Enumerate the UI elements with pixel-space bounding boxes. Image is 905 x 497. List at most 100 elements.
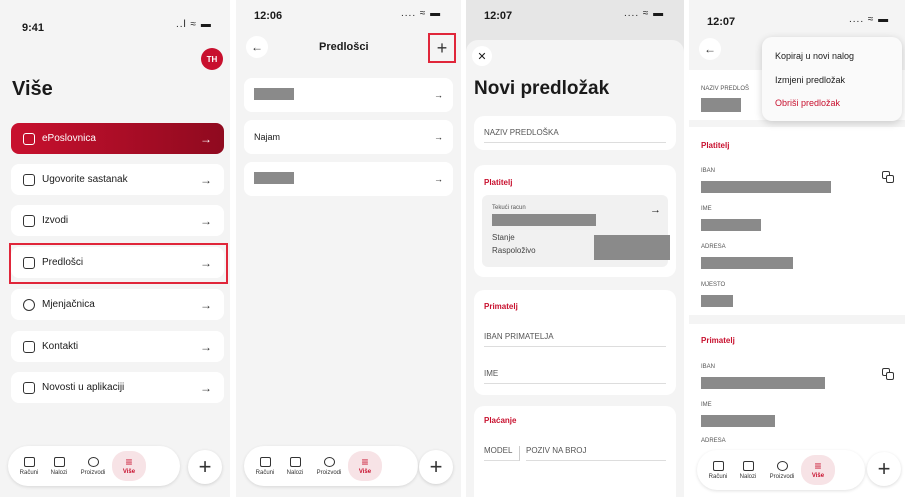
- products-icon: [87, 456, 99, 467]
- tab-label: Računi: [255, 469, 275, 476]
- template-row[interactable]: →: [244, 162, 453, 196]
- arrow-right-icon: →: [434, 90, 443, 100]
- payer-card: Platitelj IBAN IME ADRESA MJESTO: [689, 127, 905, 315]
- tab-label: Računi: [708, 473, 728, 480]
- menu-item-eposlovnica[interactable]: ePoslovnica →: [11, 123, 224, 154]
- status-time: 9:41: [22, 22, 45, 34]
- tab-vise[interactable]: ≡ Više: [348, 451, 382, 481]
- adresa-label: ADRESA: [701, 438, 726, 444]
- menu-icon: ≡: [361, 455, 369, 469]
- wallet-icon: [259, 456, 271, 467]
- context-menu: Kopiraj u novi nalog Izmjeni predložak O…: [762, 37, 902, 121]
- close-icon: ✕: [477, 50, 487, 63]
- close-button[interactable]: ✕: [472, 46, 492, 66]
- document-icon: [23, 214, 35, 227]
- name-field[interactable]: IME: [484, 369, 666, 384]
- tab-vise[interactable]: ≡ Više: [801, 455, 835, 485]
- wallet-icon: [23, 456, 35, 467]
- tab-racuni[interactable]: Računi: [703, 460, 733, 480]
- template-row[interactable]: →: [244, 78, 453, 112]
- menu-item-mjenjacnica[interactable]: Mjenjačnica →: [11, 289, 224, 320]
- menu-copy-to-new-order[interactable]: Kopiraj u novi nalog: [775, 51, 854, 61]
- ime-label: IME: [701, 402, 712, 408]
- menu-item-izvodi[interactable]: Izvodi →: [11, 205, 224, 236]
- menu-item-novosti[interactable]: Novosti u aplikaciji →: [11, 372, 224, 403]
- template-name-field[interactable]: NAZIV PREDLOŠKA: [484, 128, 666, 143]
- tab-label: Nalozi: [739, 473, 757, 480]
- document-icon: [742, 460, 754, 471]
- tab-proizvodi[interactable]: Proizvodi: [74, 456, 112, 476]
- payer-card: Platitelj Tekući racun → Stanje Raspolož…: [474, 165, 676, 277]
- tab-proizvodi[interactable]: Proizvodi: [310, 456, 348, 476]
- template-name-card: NAZIV PREDLOŠKA: [474, 116, 676, 150]
- tab-label: Više: [358, 469, 372, 475]
- tab-label: Računi: [19, 469, 39, 476]
- arrow-left-icon: ←: [251, 40, 263, 54]
- menu-icon: ≡: [814, 459, 822, 473]
- arrow-right-icon: →: [200, 380, 212, 395]
- tab-proizvodi[interactable]: Proizvodi: [763, 460, 801, 480]
- tab-nalozi[interactable]: Nalozi: [733, 460, 763, 480]
- screen-template-detail: 12:07 .... ≈ ▬ ← NAZIV PREDLOŠ Platitelj…: [689, 0, 905, 497]
- payer-title: Platitelj: [701, 141, 730, 150]
- tab-nalozi[interactable]: Nalozi: [280, 456, 310, 476]
- tab-racuni[interactable]: Računi: [250, 456, 280, 476]
- copy-icon[interactable]: [882, 171, 894, 183]
- menu-edit-template[interactable]: Izmjeni predložak: [775, 75, 845, 85]
- status-icons: ..l ≈ ▬: [176, 19, 212, 30]
- account-label: Tekući racun: [492, 205, 526, 211]
- back-button[interactable]: ←: [246, 36, 268, 58]
- name-label: NAZIV PREDLOŠ: [701, 86, 750, 92]
- tab-bar: Računi Nalozi Proizvodi ≡ Više: [697, 450, 865, 490]
- screen-more: 9:41 ..l ≈ ▬ TH Više ePoslovnica → Ugovo…: [0, 0, 230, 497]
- chat-icon: [23, 132, 35, 145]
- payment-card: Plaćanje MODEL POZIV NA BROJ: [474, 406, 676, 497]
- tab-label: Proizvodi: [80, 469, 106, 476]
- iban-field[interactable]: IBAN PRIMATELJA: [484, 332, 666, 347]
- add-template-button[interactable]: +: [428, 33, 456, 63]
- redacted-name: [254, 172, 294, 184]
- tab-label: Proizvodi: [316, 469, 342, 476]
- tab-label: Više: [811, 473, 825, 479]
- template-label: Najam: [254, 132, 281, 142]
- add-button[interactable]: +: [419, 450, 453, 484]
- arrow-right-icon: →: [650, 204, 661, 216]
- tab-racuni[interactable]: Računi: [14, 456, 44, 476]
- payment-title: Plaćanje: [484, 416, 517, 425]
- redacted-account: [492, 214, 596, 226]
- menu-delete-template[interactable]: Obriši predložak: [775, 98, 840, 108]
- tab-vise[interactable]: ≡ Više: [112, 451, 146, 481]
- highlight-frame: [9, 243, 228, 284]
- payer-title: Platitelj: [484, 178, 513, 187]
- avatar[interactable]: TH: [201, 48, 223, 70]
- add-button[interactable]: +: [867, 452, 901, 486]
- news-icon: [23, 381, 35, 394]
- template-row[interactable]: Najam →: [244, 120, 453, 154]
- menu-item-kontakti[interactable]: Kontakti →: [11, 331, 224, 362]
- arrow-left-icon: ←: [704, 42, 716, 56]
- mjesto-label: MJESTO: [701, 282, 726, 288]
- document-icon: [289, 456, 301, 467]
- redacted-ime: [701, 219, 761, 231]
- modal-sheet: ✕ Novi predložak NAZIV PREDLOŠKA Platite…: [466, 40, 684, 497]
- page-title: Predlošci: [319, 41, 369, 53]
- iban-label: IBAN: [701, 168, 716, 174]
- arrow-right-icon: →: [200, 172, 212, 187]
- tab-label: Nalozi: [50, 469, 68, 476]
- menu-item-label: Novosti u aplikaciji: [42, 382, 125, 393]
- account-selector[interactable]: Tekući racun → Stanje Raspoloživo: [482, 195, 670, 267]
- tab-nalozi[interactable]: Nalozi: [44, 456, 74, 476]
- screen-new-template: 12:07 .... ≈ ▬ ✕ Novi predložak NAZIV PR…: [466, 0, 684, 497]
- arrow-right-icon: →: [200, 131, 212, 146]
- redacted-balance: [594, 235, 670, 260]
- contacts-icon: [23, 340, 35, 353]
- reference-field[interactable]: POZIV NA BROJ: [526, 446, 666, 461]
- model-field[interactable]: MODEL: [484, 446, 520, 461]
- menu-item-ugovorite-sastanak[interactable]: Ugovorite sastanak →: [11, 164, 224, 195]
- balance-label: Stanje: [492, 233, 515, 242]
- back-button[interactable]: ←: [699, 38, 721, 60]
- add-button[interactable]: +: [188, 450, 222, 484]
- menu-icon: ≡: [125, 455, 133, 469]
- tab-bar: Računi Nalozi Proizvodi ≡ Više: [8, 446, 180, 486]
- copy-icon[interactable]: [882, 368, 894, 380]
